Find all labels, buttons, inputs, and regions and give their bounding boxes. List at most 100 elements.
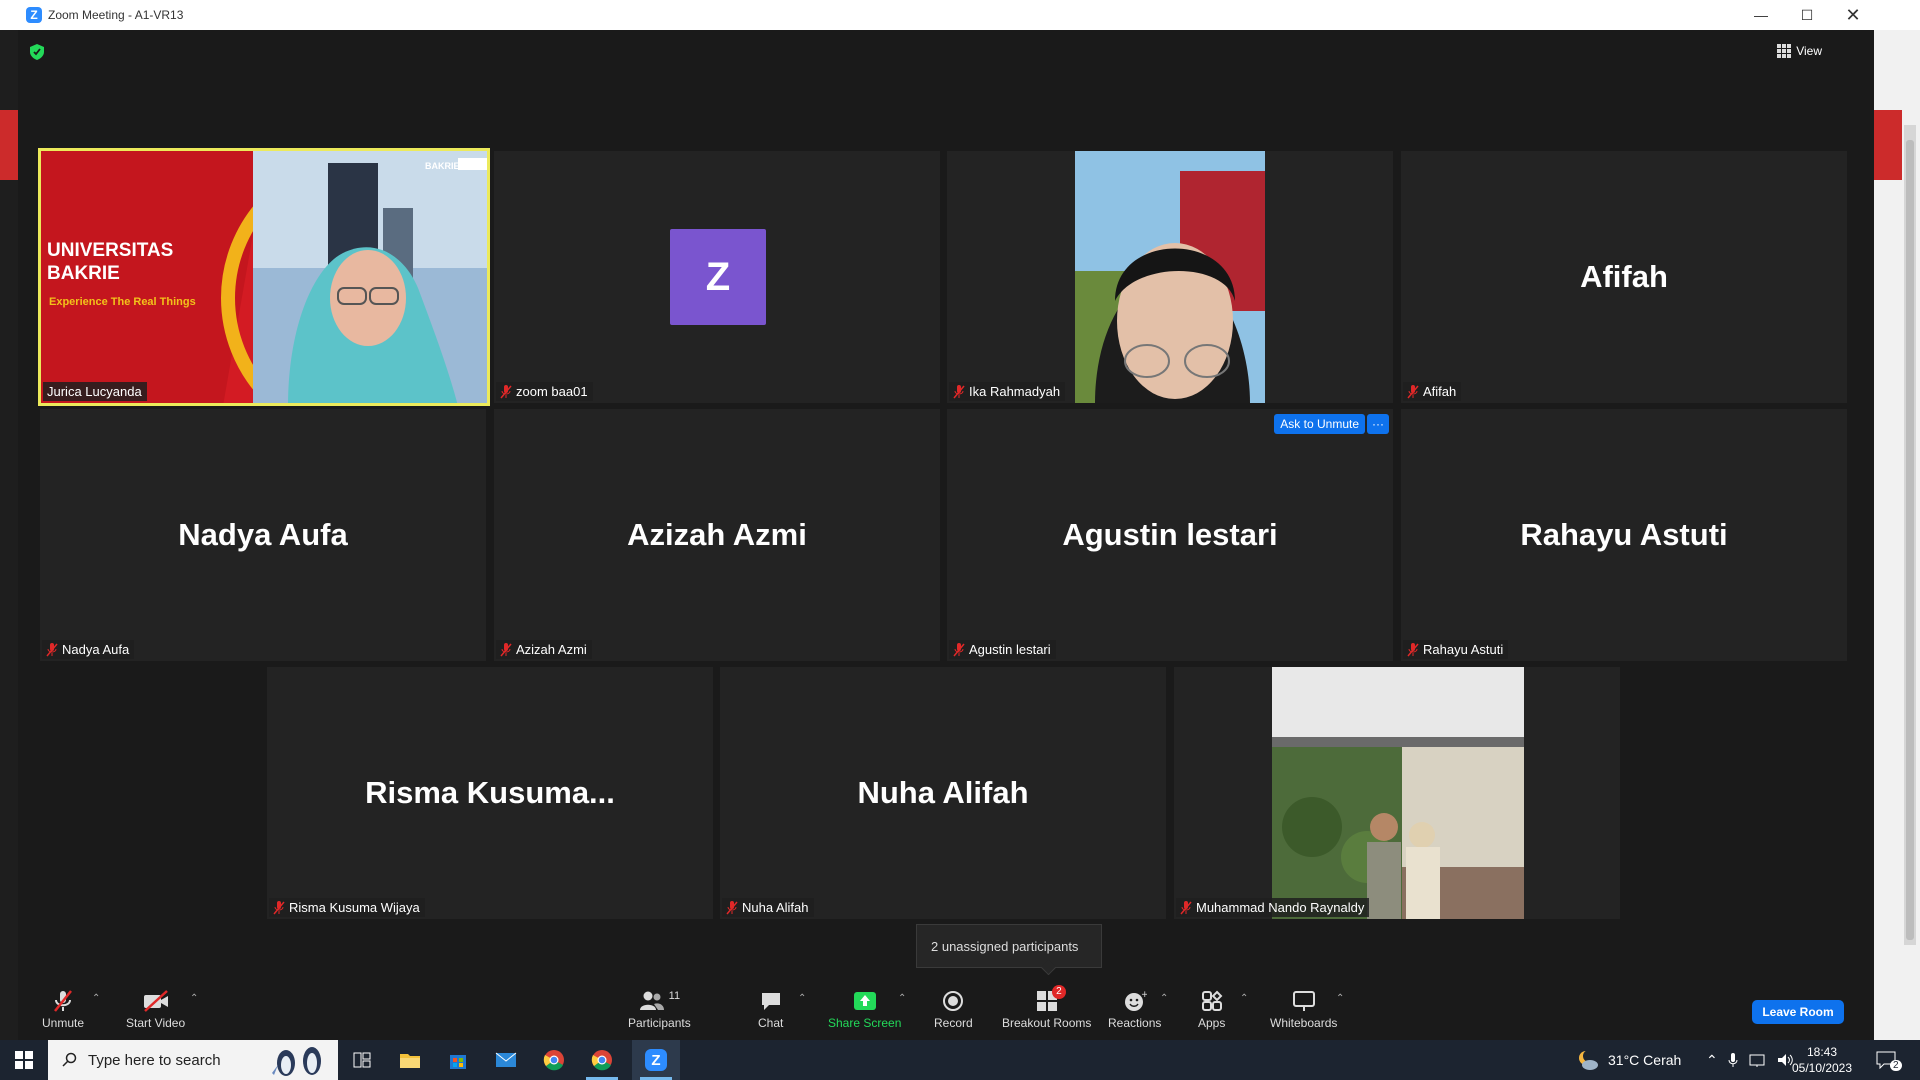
participant-display-name: Rahayu Astuti bbox=[1520, 517, 1728, 552]
unassigned-participants-toast[interactable]: 2 unassigned participants bbox=[916, 924, 1102, 968]
video-tile[interactable]: Nuha Alifah Nuha Alifah bbox=[720, 667, 1166, 919]
apps-icon bbox=[1201, 990, 1223, 1011]
chat-options-caret-icon[interactable]: ⌃ bbox=[798, 993, 806, 1004]
participants-icon bbox=[639, 991, 664, 1010]
participant-name-tag: Risma Kusuma Wijaya bbox=[269, 898, 425, 917]
participant-name-tag: Nuha Alifah bbox=[722, 898, 814, 917]
audio-options-caret-icon[interactable]: ⌃ bbox=[92, 993, 100, 1004]
video-brand-text: UNIVERSITAS BAKRIE bbox=[47, 240, 174, 284]
apps-button[interactable]: Apps bbox=[1198, 989, 1225, 1030]
window-title-bar: Z Zoom Meeting - A1-VR13 — ☐ ✕ bbox=[0, 0, 1920, 31]
video-tile[interactable]: Rahayu Astuti Rahayu Astuti bbox=[1401, 409, 1847, 661]
video-tile[interactable]: Nadya Aufa Nadya Aufa bbox=[40, 409, 486, 661]
task-view-button[interactable] bbox=[338, 1040, 386, 1080]
video-tile[interactable]: UNIVERSITAS BAKRIE Experience The Real T… bbox=[38, 148, 490, 406]
mic-muted-icon bbox=[1407, 642, 1419, 656]
video-tile[interactable]: Z zoom baa01 bbox=[494, 151, 940, 403]
video-tile[interactable]: Risma Kusuma... Risma Kusuma Wijaya bbox=[267, 667, 713, 919]
ask-to-unmute-button[interactable]: Ask to Unmute bbox=[1274, 414, 1365, 434]
window-title: Zoom Meeting - A1-VR13 bbox=[48, 8, 184, 22]
background-app-right bbox=[1874, 30, 1920, 1040]
record-icon bbox=[943, 991, 964, 1011]
store-button[interactable] bbox=[434, 1040, 482, 1080]
notification-count: 2 bbox=[1890, 1059, 1902, 1071]
chrome-profile-button[interactable] bbox=[578, 1040, 626, 1080]
video-tile[interactable]: Afifah Afifah bbox=[1401, 151, 1847, 403]
participant-display-name: Nuha Alifah bbox=[857, 775, 1029, 810]
view-button[interactable]: View bbox=[1777, 44, 1822, 58]
zoom-taskbar-button[interactable]: Z bbox=[632, 1040, 680, 1080]
start-button[interactable] bbox=[0, 1040, 48, 1080]
chat-button[interactable]: Chat bbox=[758, 989, 783, 1030]
reactions-button[interactable]: + Reactions bbox=[1108, 989, 1161, 1030]
participant-display-name: Nadya Aufa bbox=[178, 517, 348, 552]
encryption-shield-icon[interactable] bbox=[30, 44, 44, 60]
mic-muted-icon bbox=[500, 384, 512, 398]
zoom-meeting-area: View UNIVERSITAS BAKRIE Experience The R… bbox=[18, 30, 1874, 1040]
participant-name-tag: Ika Rahmadyah bbox=[949, 382, 1066, 401]
chrome-profile-icon bbox=[591, 1050, 612, 1071]
reactions-options-caret-icon[interactable]: ⌃ bbox=[1160, 993, 1168, 1004]
participant-name-tag: Rahayu Astuti bbox=[1403, 640, 1509, 659]
mic-muted-icon bbox=[54, 990, 72, 1012]
video-tile[interactable]: Muhammad Nando Raynaldy bbox=[1174, 667, 1620, 919]
notification-center-button[interactable]: 2 bbox=[1876, 1040, 1902, 1080]
weather-widget[interactable]: 31°C Cerah bbox=[1576, 1040, 1681, 1080]
whiteboards-button[interactable]: Whiteboards bbox=[1270, 989, 1337, 1030]
weather-moon-cloud-icon bbox=[1579, 1050, 1598, 1070]
participant-display-name: Risma Kusuma... bbox=[365, 775, 615, 810]
participant-display-name: Agustin lestari bbox=[1062, 517, 1278, 552]
clock-date: 05/10/2023 bbox=[1791, 1061, 1853, 1075]
file-explorer-button[interactable] bbox=[386, 1040, 434, 1080]
share-screen-icon bbox=[853, 992, 876, 1010]
leave-room-button[interactable]: Leave Room bbox=[1752, 1000, 1844, 1024]
task-view-icon bbox=[353, 1052, 371, 1068]
microphone-icon[interactable] bbox=[1728, 1052, 1738, 1068]
store-icon bbox=[450, 1055, 466, 1069]
svg-text:+: + bbox=[1141, 990, 1147, 1000]
windows-taskbar: Type here to search Z 31°C Cerah ⌃ 18:43… bbox=[0, 1040, 1920, 1080]
search-placeholder: Type here to search bbox=[88, 1051, 221, 1069]
taskbar-search-box[interactable]: Type here to search bbox=[48, 1040, 338, 1080]
unmute-button[interactable]: Unmute bbox=[42, 989, 84, 1030]
video-options-caret-icon[interactable]: ⌃ bbox=[190, 993, 198, 1004]
participant-name-tag: Nadya Aufa bbox=[42, 640, 135, 659]
mail-button[interactable] bbox=[482, 1040, 530, 1080]
participant-name-tag: zoom baa01 bbox=[496, 382, 593, 401]
mic-muted-icon bbox=[953, 384, 965, 398]
share-screen-button[interactable]: Share Screen bbox=[828, 989, 901, 1030]
start-video-button[interactable]: Start Video bbox=[126, 989, 185, 1030]
participant-more-button[interactable]: ··· bbox=[1367, 414, 1389, 434]
whiteboards-options-caret-icon[interactable]: ⌃ bbox=[1336, 993, 1344, 1004]
windows-logo-icon bbox=[15, 1051, 33, 1069]
participants-count: 11 bbox=[668, 990, 681, 1002]
participant-name-tag: Afifah bbox=[1403, 382, 1462, 401]
mail-icon bbox=[495, 1052, 517, 1067]
video-tile[interactable]: Azizah Azmi Azizah Azmi bbox=[494, 409, 940, 661]
share-options-caret-icon[interactable]: ⌃ bbox=[898, 993, 906, 1004]
maximize-button[interactable]: ☐ bbox=[1784, 0, 1830, 30]
mic-muted-icon bbox=[46, 642, 58, 656]
participant-name-tag: Muhammad Nando Raynaldy bbox=[1176, 898, 1370, 917]
chrome-button[interactable] bbox=[530, 1040, 578, 1080]
apps-options-caret-icon[interactable]: ⌃ bbox=[1240, 993, 1248, 1004]
mic-muted-icon bbox=[953, 642, 965, 656]
mic-muted-icon bbox=[500, 642, 512, 656]
network-icon[interactable] bbox=[1748, 1052, 1766, 1068]
breakout-rooms-button[interactable]: 2 Breakout Rooms bbox=[1002, 985, 1091, 1030]
close-button[interactable]: ✕ bbox=[1830, 0, 1876, 30]
video-tile[interactable]: Ika Rahmadyah bbox=[947, 151, 1393, 403]
show-hidden-icons-chevron-icon[interactable]: ⌃ bbox=[1706, 1052, 1718, 1069]
background-app-left bbox=[0, 30, 18, 1040]
whiteboard-icon bbox=[1292, 991, 1315, 1011]
system-tray: ⌃ bbox=[1706, 1040, 1794, 1080]
participants-button[interactable]: 11 Participants bbox=[628, 989, 691, 1030]
record-button[interactable]: Record bbox=[934, 989, 973, 1030]
search-highlight-penguins-icon bbox=[272, 1047, 321, 1076]
zoom-icon: Z bbox=[645, 1049, 667, 1071]
participant-name-tag: Azizah Azmi bbox=[496, 640, 592, 659]
taskbar-clock[interactable]: 18:43 05/10/2023 bbox=[1782, 1044, 1862, 1076]
minimize-button[interactable]: — bbox=[1738, 0, 1784, 30]
zoom-logo-icon: Z bbox=[26, 7, 42, 23]
video-tile[interactable]: Ask to Unmute ··· Agustin lestari Agusti… bbox=[947, 409, 1393, 661]
